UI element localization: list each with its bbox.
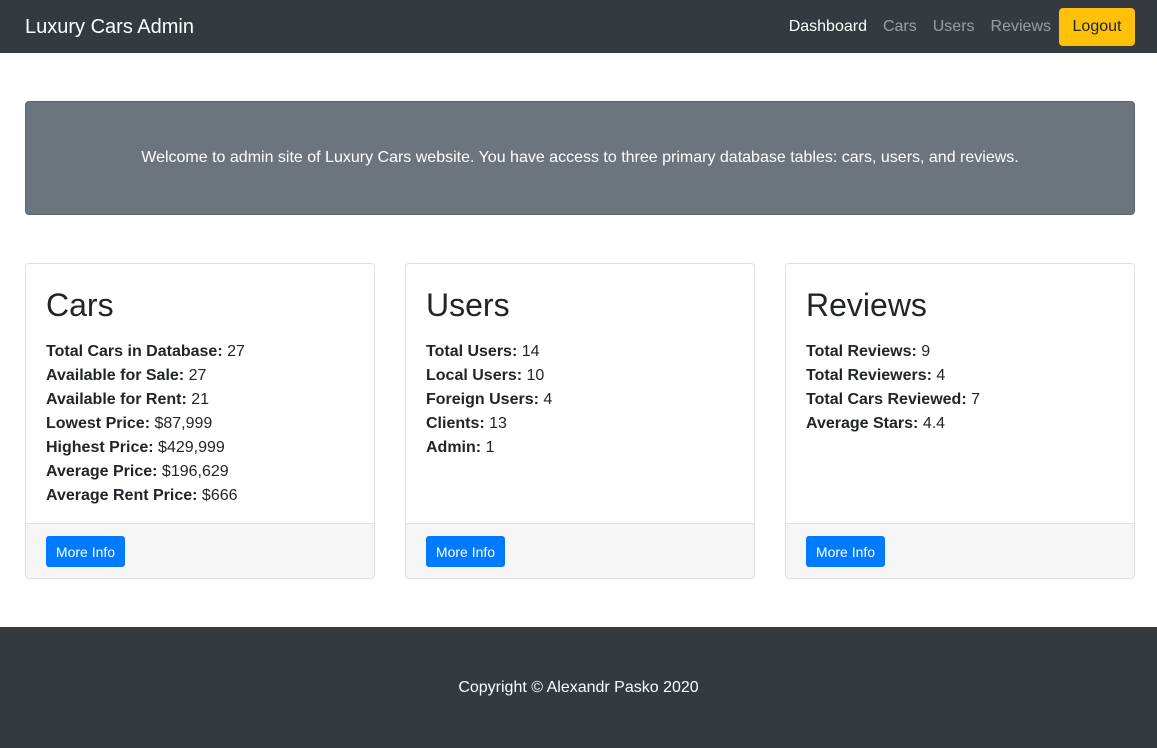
top-navbar: Luxury Cars Admin Dashboard Cars Users R… <box>0 0 1157 53</box>
stat-value: 4.4 <box>922 415 946 432</box>
welcome-text: Welcome to admin site of Luxury Cars web… <box>141 149 1019 166</box>
stat-average-rent-price: Average Rent Price: $666 <box>46 484 354 508</box>
stat-total-cars-reviewed: Total Cars Reviewed: 7 <box>806 388 1114 412</box>
stat-local-users: Local Users: 10 <box>426 364 734 388</box>
stat-label: Highest Price: <box>46 439 154 456</box>
nav-link-dashboard[interactable]: Dashboard <box>789 18 867 35</box>
users-card-footer: More Info <box>406 523 754 578</box>
stat-label: Admin: <box>426 439 482 456</box>
stat-highest-price: Highest Price: $429,999 <box>46 436 354 460</box>
stat-label: Lowest Price: <box>46 415 151 432</box>
stat-label: Average Price: <box>46 463 158 480</box>
cars-card-title: Cars <box>46 287 114 323</box>
stat-value: 27 <box>188 367 207 384</box>
stat-total-users: Total Users: 14 <box>426 340 734 364</box>
stat-label: Total Users: <box>426 343 518 360</box>
stat-label: Average Stars: <box>806 415 919 432</box>
stat-available-for-rent: Available for Rent: 21 <box>46 388 354 412</box>
users-card-title: Users <box>426 287 510 323</box>
stat-value: 7 <box>971 391 980 408</box>
stat-value: 10 <box>526 367 545 384</box>
stat-label: Total Cars Reviewed: <box>806 391 967 408</box>
stat-value: 27 <box>227 343 245 360</box>
page-footer: Copyright © Alexandr Pasko 2020 <box>0 627 1157 748</box>
stat-value: $87,999 <box>154 415 213 432</box>
stat-value: 4 <box>543 391 553 408</box>
stat-value: 21 <box>191 391 210 408</box>
stat-clients: Clients: 13 <box>426 412 734 436</box>
users-card: Users Total Users: 14 Local Users: 10 Fo… <box>405 263 755 579</box>
stat-value: $196,629 <box>161 463 229 480</box>
stat-label: Available for Sale: <box>46 367 185 384</box>
reviews-card-title: Reviews <box>806 287 927 323</box>
stat-label: Foreign Users: <box>426 391 539 408</box>
stat-total-reviews: Total Reviews: 9 <box>806 340 1114 364</box>
stat-value: $429,999 <box>158 439 225 456</box>
welcome-banner: Welcome to admin site of Luxury Cars web… <box>25 101 1135 215</box>
stat-label: Total Reviewers: <box>806 367 932 384</box>
stat-total-cars: Total Cars in Database: 27 <box>46 340 354 364</box>
stat-value: 1 <box>485 439 495 456</box>
stat-average-stars: Average Stars: 4.4 <box>806 412 1114 436</box>
stat-available-for-sale: Available for Sale: 27 <box>46 364 354 388</box>
stat-average-price: Average Price: $196,629 <box>46 460 354 484</box>
nav-link-cars[interactable]: Cars <box>883 18 917 35</box>
reviews-card-footer: More Info <box>786 523 1134 578</box>
logout-button[interactable]: Logout <box>1059 7 1135 46</box>
stat-total-reviewers: Total Reviewers: 4 <box>806 364 1114 388</box>
nav-links: Dashboard Cars Users Reviews Logout <box>789 7 1135 46</box>
stat-lowest-price: Lowest Price: $87,999 <box>46 412 354 436</box>
stat-label: Available for Rent: <box>46 391 187 408</box>
users-more-info-button[interactable]: More Info <box>426 536 505 567</box>
users-card-body: Users Total Users: 14 Local Users: 10 Fo… <box>406 264 754 523</box>
stat-admin: Admin: 1 <box>426 436 734 460</box>
stat-value: 13 <box>489 415 507 432</box>
stat-value: $666 <box>201 487 238 504</box>
cars-more-info-button[interactable]: More Info <box>46 536 125 567</box>
nav-link-users[interactable]: Users <box>933 18 975 35</box>
stat-label: Clients: <box>426 415 485 432</box>
stat-foreign-users: Foreign Users: 4 <box>426 388 734 412</box>
nav-link-reviews[interactable]: Reviews <box>991 18 1051 35</box>
cars-card-body: Cars Total Cars in Database: 27 Availabl… <box>26 264 374 523</box>
stat-value: 4 <box>936 367 946 384</box>
reviews-card-body: Reviews Total Reviews: 9 Total Reviewers… <box>786 264 1134 523</box>
copyright-text: Copyright © Alexandr Pasko 2020 <box>458 678 699 696</box>
cars-card: Cars Total Cars in Database: 27 Availabl… <box>25 263 375 579</box>
reviews-card: Reviews Total Reviews: 9 Total Reviewers… <box>785 263 1135 579</box>
stat-value: 9 <box>921 343 931 360</box>
stat-label: Total Cars in Database: <box>46 343 223 360</box>
stat-label: Total Reviews: <box>806 343 917 360</box>
reviews-more-info-button[interactable]: More Info <box>806 536 885 567</box>
brand-link[interactable]: Luxury Cars Admin <box>25 17 194 37</box>
stat-label: Local Users: <box>426 367 523 384</box>
stat-label: Average Rent Price: <box>46 487 198 504</box>
stat-value: 14 <box>521 343 540 360</box>
cars-card-footer: More Info <box>26 523 374 578</box>
